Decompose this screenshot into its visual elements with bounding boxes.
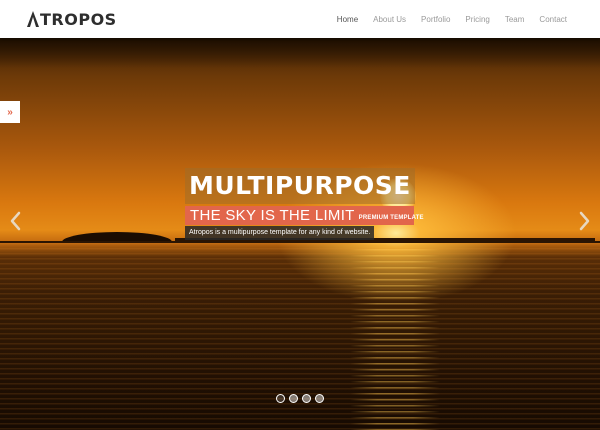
slide-title: MULTIPURPOSE (185, 168, 415, 204)
slide-tag: PREMIUM TEMPLATE (358, 215, 424, 221)
nav-item-team[interactable]: Team (505, 15, 525, 24)
logo-text: TROPOS (40, 9, 117, 29)
nav-item-pricing[interactable]: Pricing (465, 15, 489, 24)
slider-pagination (276, 394, 324, 403)
sky-shade (0, 38, 600, 68)
side-panel-toggle[interactable]: » (0, 101, 20, 123)
sun-reflection (350, 243, 440, 430)
nav-item-home[interactable]: Home (337, 15, 358, 24)
slide-subtitle: THE SKY IS THE LIMIT (190, 207, 355, 224)
site-logo[interactable]: TROPOS (27, 9, 117, 29)
hero-slider: » MULTIPURPOSE THE SKY IS THE LIMIT PREM… (0, 38, 600, 430)
slider-dot-2[interactable] (289, 394, 298, 403)
logo-a-mark (27, 11, 39, 27)
main-nav: Home About Us Portfolio Pricing Team Con… (322, 0, 567, 38)
double-chevron-right-icon: » (7, 106, 13, 118)
chevron-right-icon (579, 211, 590, 231)
nav-item-contact[interactable]: Contact (539, 15, 567, 24)
slide-description: Atropos is a multipurpose template for a… (185, 226, 375, 240)
slider-dot-4[interactable] (315, 394, 324, 403)
header-bar: TROPOS Home About Us Portfolio Pricing T… (0, 0, 600, 38)
slider-dot-1[interactable] (276, 394, 285, 403)
slider-dot-3[interactable] (302, 394, 311, 403)
slider-next-button[interactable] (578, 210, 592, 232)
slide-subtitle-bar: THE SKY IS THE LIMIT PREMIUM TEMPLATE (185, 206, 424, 225)
nav-item-portfolio[interactable]: Portfolio (421, 15, 450, 24)
nav-item-about-us[interactable]: About Us (373, 15, 406, 24)
chevron-left-icon (10, 211, 21, 231)
slider-prev-button[interactable] (8, 210, 22, 232)
